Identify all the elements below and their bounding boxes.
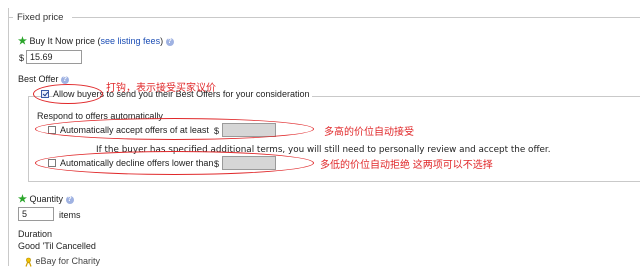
annotation-decline-note: 多低的价位自动拒绝 这两项可以不选择 xyxy=(320,160,493,171)
fieldset-border-top xyxy=(72,17,640,18)
annotation-allow-note: 打钩，表示接受买家议价 xyxy=(106,83,216,94)
see-listing-fees-link[interactable]: see listing fees xyxy=(101,36,161,46)
annotation-ellipse-allow xyxy=(33,84,103,104)
fixed-price-legend: Fixed price xyxy=(17,12,64,23)
required-star-icon: ★ xyxy=(18,194,27,205)
quantity-input[interactable]: 5 xyxy=(18,207,54,221)
duration-label: Duration xyxy=(18,229,53,239)
fieldset-border-top xyxy=(8,17,13,18)
best-offer-row: Best Offer ? xyxy=(18,74,69,84)
required-star-icon: ★ xyxy=(18,36,27,47)
duration-value: Good 'Til Cancelled xyxy=(18,241,96,251)
quantity-row: ★ Quantity ? xyxy=(18,194,74,205)
charity-row: eBay for Charity xyxy=(24,256,100,267)
help-icon[interactable]: ? xyxy=(165,37,174,46)
annotation-ellipse-decline xyxy=(35,151,314,175)
fees-close-paren: ) xyxy=(160,36,164,46)
buy-it-now-row: ★ Buy It Now price (see listing fees) ? xyxy=(18,36,174,47)
quantity-label: Quantity xyxy=(29,194,64,204)
charity-ribbon-icon xyxy=(25,257,32,267)
help-icon[interactable]: ? xyxy=(60,75,69,84)
charity-label[interactable]: eBay for Charity xyxy=(36,256,101,266)
annotation-ellipse-accept xyxy=(35,118,314,140)
buy-it-now-label: Buy It Now price xyxy=(29,36,96,46)
fieldset-border-left xyxy=(8,8,9,266)
best-offer-label: Best Offer xyxy=(18,74,59,84)
help-icon[interactable]: ? xyxy=(65,195,74,204)
buy-it-now-price-input[interactable]: 15.69 xyxy=(26,50,82,64)
annotation-accept-note: 多高的价位自动接受 xyxy=(324,127,414,138)
buy-it-now-currency: $ xyxy=(19,53,25,63)
quantity-unit: items xyxy=(59,210,81,220)
